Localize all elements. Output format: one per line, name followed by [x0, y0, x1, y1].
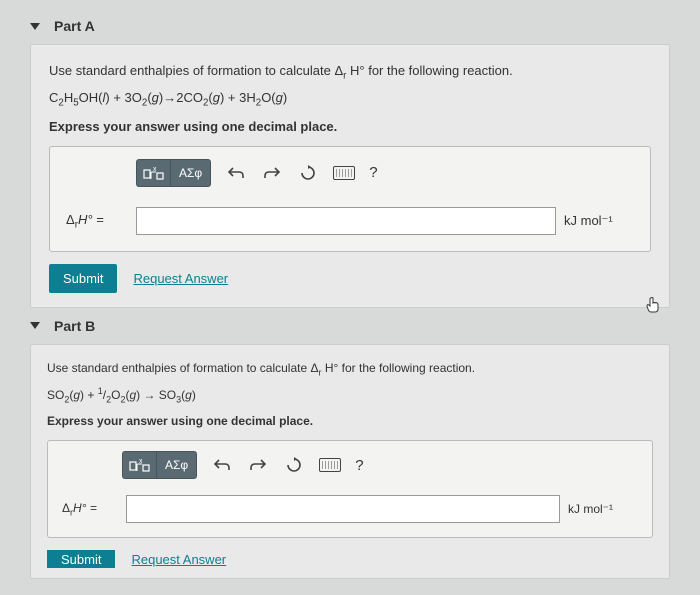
part-b-header[interactable]: Part B [30, 318, 670, 334]
help-button[interactable]: ? [369, 164, 377, 181]
caret-down-icon [30, 322, 40, 329]
answer-unit: kJ mol⁻¹ [564, 213, 634, 229]
part-b-equation: SO2(g) + 1/2O2(g) → SO3(g) [47, 386, 653, 404]
part-a-prompt: Use standard enthalpies of formation to … [49, 61, 651, 84]
reset-icon[interactable] [297, 162, 319, 184]
keyboard-icon[interactable] [333, 162, 355, 184]
answer-input[interactable] [126, 495, 560, 523]
part-b-instruction: Express your answer using one decimal pl… [47, 414, 653, 428]
cursor-hand-icon [644, 296, 662, 314]
answer-unit: kJ mol⁻¹ [568, 502, 638, 516]
part-a-title: Part A [54, 18, 95, 34]
equation-toolbar: x ΑΣφ [62, 451, 638, 479]
template-tool-button[interactable]: x [136, 159, 170, 187]
caret-down-icon [30, 23, 40, 30]
keyboard-icon[interactable] [319, 454, 341, 476]
request-answer-link[interactable]: Request Answer [133, 271, 228, 286]
answer-label: ΔrH° = [62, 501, 118, 517]
reset-icon[interactable] [283, 454, 305, 476]
part-b-title: Part B [54, 318, 95, 334]
answer-input[interactable] [136, 207, 556, 235]
part-a-instruction: Express your answer using one decimal pl… [49, 119, 651, 134]
undo-icon[interactable] [225, 162, 247, 184]
undo-icon[interactable] [211, 454, 233, 476]
part-b-prompt: Use standard enthalpies of formation to … [47, 359, 653, 380]
part-a-card: Use standard enthalpies of formation to … [30, 44, 670, 308]
equation-toolbar: x ΑΣφ ? [66, 159, 634, 187]
submit-button[interactable]: Submit [47, 550, 115, 568]
answer-label: ΔrH° = [66, 212, 128, 231]
template-tool-button[interactable]: x [122, 451, 156, 479]
part-b-answer-box: x ΑΣφ [47, 440, 653, 538]
part-a-answer-box: x ΑΣφ ? ΔrH° = [49, 146, 651, 252]
part-a-equation: C2H5OH(l) + 3O2(g)→2CO2(g) + 3H2O(g) [49, 90, 651, 109]
part-b-card: Use standard enthalpies of formation to … [30, 344, 670, 579]
greek-symbols-button[interactable]: ΑΣφ [156, 451, 197, 479]
submit-button[interactable]: Submit [49, 264, 117, 293]
request-answer-link[interactable]: Request Answer [131, 552, 226, 567]
help-button[interactable]: ? [355, 457, 363, 474]
redo-icon[interactable] [261, 162, 283, 184]
greek-symbols-button[interactable]: ΑΣφ [170, 159, 211, 187]
redo-icon[interactable] [247, 454, 269, 476]
part-a-header[interactable]: Part A [30, 18, 670, 34]
